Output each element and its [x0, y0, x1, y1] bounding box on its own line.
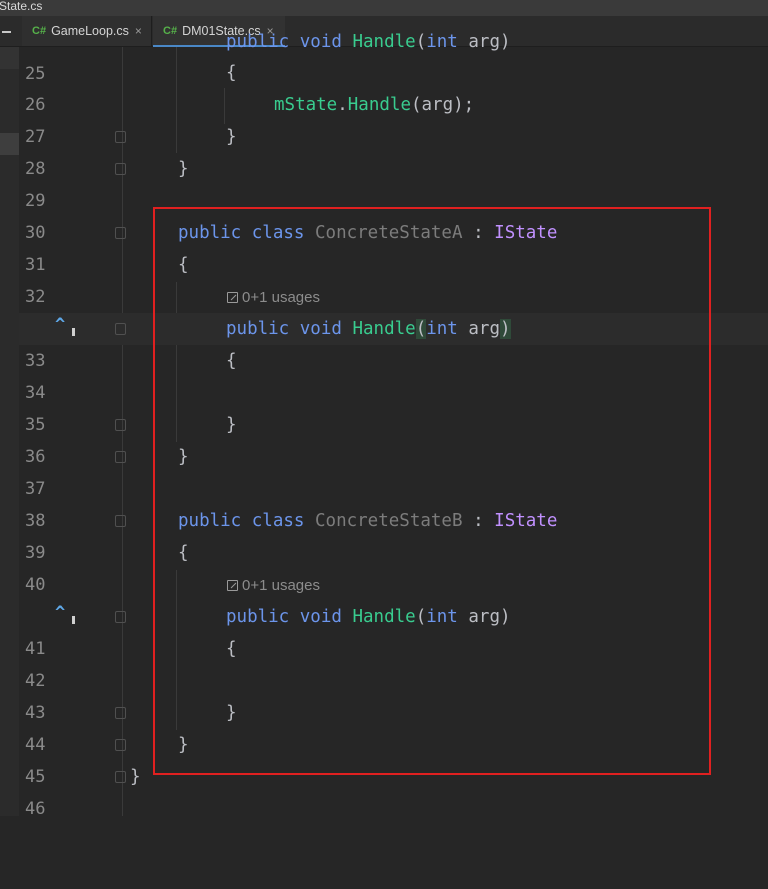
- code-line[interactable]: 28 }: [19, 121, 768, 179]
- fold-marker-icon[interactable]: [115, 611, 126, 623]
- highlight-box: [153, 207, 711, 775]
- fold-marker-icon[interactable]: [115, 323, 126, 335]
- implements-icon[interactable]: ^: [55, 597, 65, 629]
- fold-marker-icon[interactable]: [115, 227, 126, 239]
- fold-marker-icon[interactable]: [115, 771, 126, 783]
- code-line[interactable]: 26 {: [19, 57, 768, 115]
- code-text[interactable]: {: [226, 57, 237, 89]
- line-number: 40: [25, 575, 46, 595]
- code-text[interactable]: }: [178, 153, 189, 185]
- line-number: 32: [25, 287, 46, 307]
- code-line[interactable]: 27 mState.Handle(arg);: [19, 89, 768, 147]
- tool-window-button[interactable]: [0, 133, 19, 155]
- line-number: 46: [25, 799, 46, 819]
- fold-marker-icon[interactable]: [115, 131, 126, 143]
- fold-marker-icon[interactable]: [115, 739, 126, 751]
- tool-window-strip: [0, 47, 19, 816]
- text-cursor-marker: [72, 328, 75, 336]
- fold-marker-icon[interactable]: [115, 515, 126, 527]
- implements-icon[interactable]: ^: [55, 309, 65, 341]
- code-line[interactable]: 29 }: [19, 153, 768, 211]
- code-text[interactable]: mState.Handle(arg);: [274, 89, 474, 121]
- fold-marker-icon[interactable]: [115, 451, 126, 463]
- fold-marker-icon[interactable]: [115, 163, 126, 175]
- code-text[interactable]: }: [226, 121, 237, 153]
- text-cursor-marker: [72, 616, 75, 624]
- window-title: State.cs: [0, 0, 43, 13]
- fold-marker-icon[interactable]: [115, 419, 126, 431]
- fold-marker-icon[interactable]: [115, 707, 126, 719]
- window-title-bar: State.cs: [0, 0, 768, 16]
- tool-window-button[interactable]: [0, 47, 19, 69]
- code-text[interactable]: }: [130, 761, 141, 793]
